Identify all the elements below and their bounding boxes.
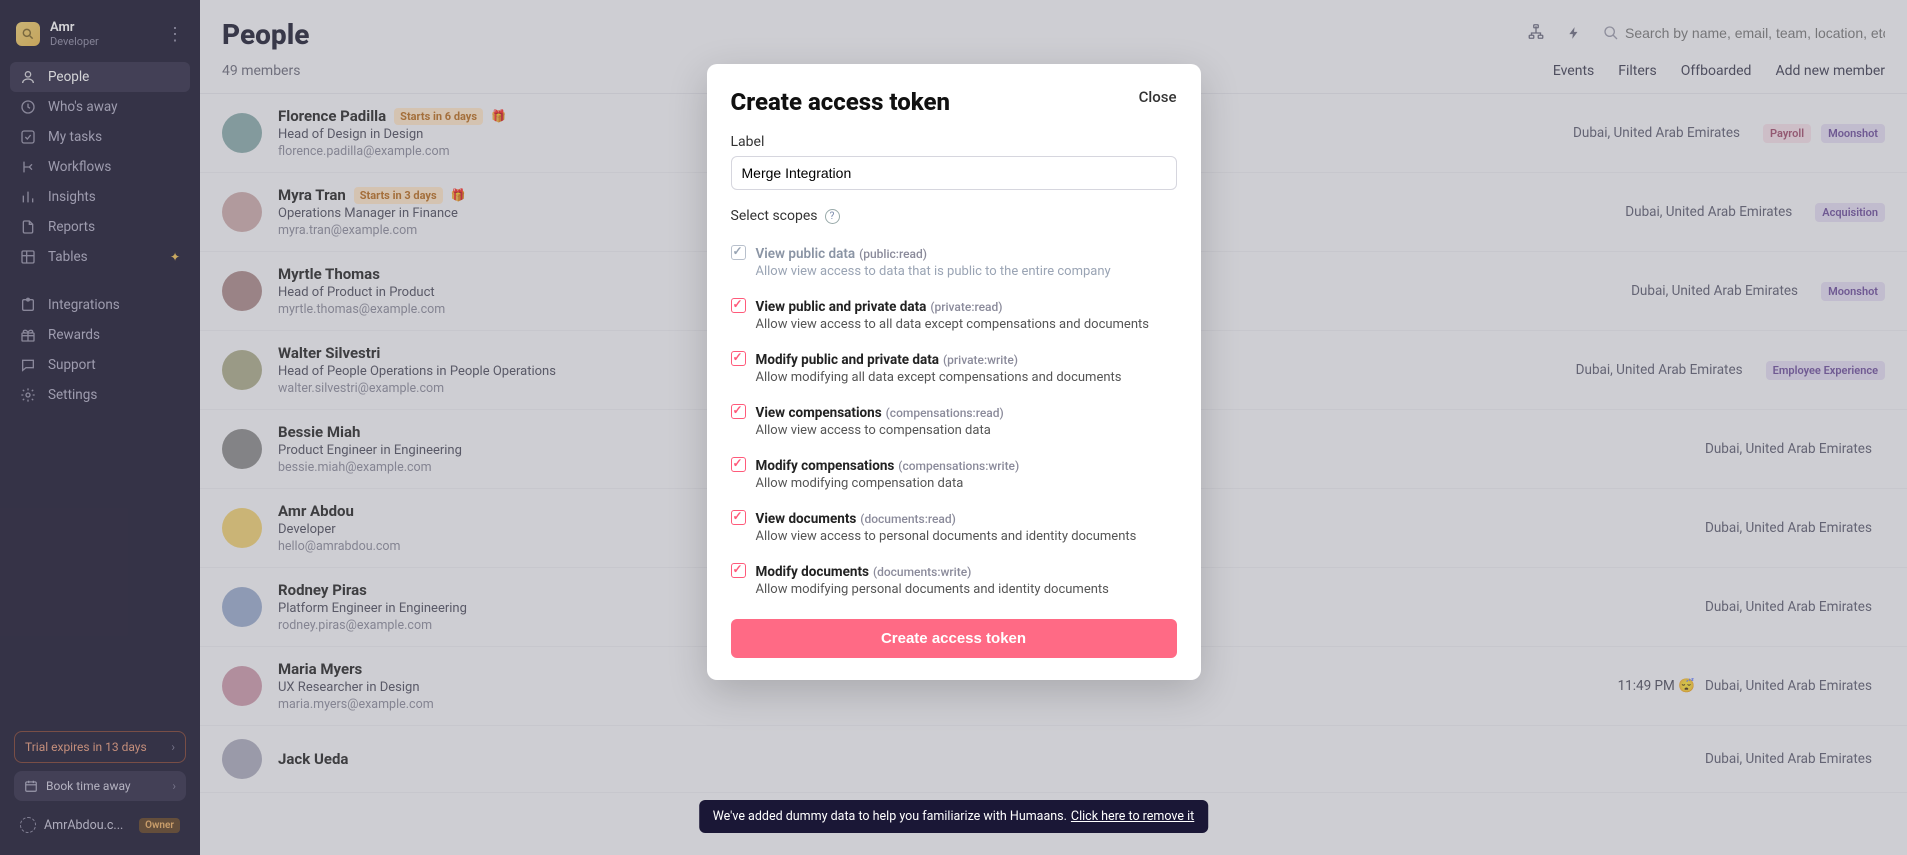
scope-checkbox[interactable]: [731, 563, 746, 578]
scope-private-read[interactable]: View public and private data (private:re…: [731, 289, 1177, 342]
scope-private-write[interactable]: Modify public and private data (private:…: [731, 342, 1177, 395]
dummy-data-toast: We've added dummy data to help you famil…: [699, 800, 1209, 833]
modal-title: Create access token: [731, 88, 951, 116]
remove-dummy-link[interactable]: Click here to remove it: [1071, 809, 1194, 824]
scope-id: (documents:read): [860, 512, 956, 526]
scope-desc: Allow view access to data that is public…: [756, 264, 1111, 279]
scope-checkbox[interactable]: [731, 298, 746, 313]
scope-desc: Allow view access to personal documents …: [756, 529, 1137, 544]
scope-id: (public:read): [859, 247, 927, 261]
scope-id: (private:read): [930, 300, 1002, 314]
label-field-label: Label: [731, 134, 1177, 150]
scope-id: (compensations:read): [886, 406, 1004, 420]
scope-documents-read[interactable]: View documents (documents:read) Allow vie…: [731, 501, 1177, 554]
scope-checkbox[interactable]: [731, 404, 746, 419]
scope-title: Modify public and private data: [756, 352, 940, 368]
scope-public-read: View public data (public:read) Allow view…: [731, 236, 1177, 289]
close-button[interactable]: Close: [1139, 88, 1177, 106]
scope-id: (documents:write): [873, 565, 971, 579]
scope-compensations-write[interactable]: Modify compensations (compensations:writ…: [731, 448, 1177, 501]
scope-checkbox[interactable]: [731, 457, 746, 472]
scope-id: (private:write): [943, 353, 1018, 367]
scope-checkbox[interactable]: [731, 351, 746, 366]
scope-id: (compensations:write): [898, 459, 1019, 473]
scope-desc: Allow modifying all data except compensa…: [756, 370, 1122, 385]
create-token-button[interactable]: Create access token: [731, 619, 1177, 658]
scope-title: View compensations: [756, 405, 882, 421]
scope-desc: Allow modifying compensation data: [756, 476, 1020, 491]
scope-desc: Allow modifying personal documents and i…: [756, 582, 1109, 597]
scope-title: Modify documents: [756, 564, 869, 580]
scope-checkbox: [731, 245, 746, 260]
scope-title: View documents: [756, 511, 857, 527]
scope-desc: Allow view access to compensation data: [756, 423, 1004, 438]
scope-desc: Allow view access to all data except com…: [756, 317, 1149, 332]
scope-documents-write[interactable]: Modify documents (documents:write) Allow …: [731, 554, 1177, 607]
create-token-modal: Create access token Close Label Select s…: [707, 64, 1201, 680]
label-input[interactable]: [731, 156, 1177, 190]
scope-compensations-read[interactable]: View compensations (compensations:read) A…: [731, 395, 1177, 448]
scope-title: View public data: [756, 246, 856, 262]
scope-title: Modify compensations: [756, 458, 895, 474]
help-icon[interactable]: ?: [825, 209, 840, 224]
scope-checkbox[interactable]: [731, 510, 746, 525]
scope-title: View public and private data: [756, 299, 927, 315]
scopes-heading: Select scopes: [731, 208, 818, 224]
